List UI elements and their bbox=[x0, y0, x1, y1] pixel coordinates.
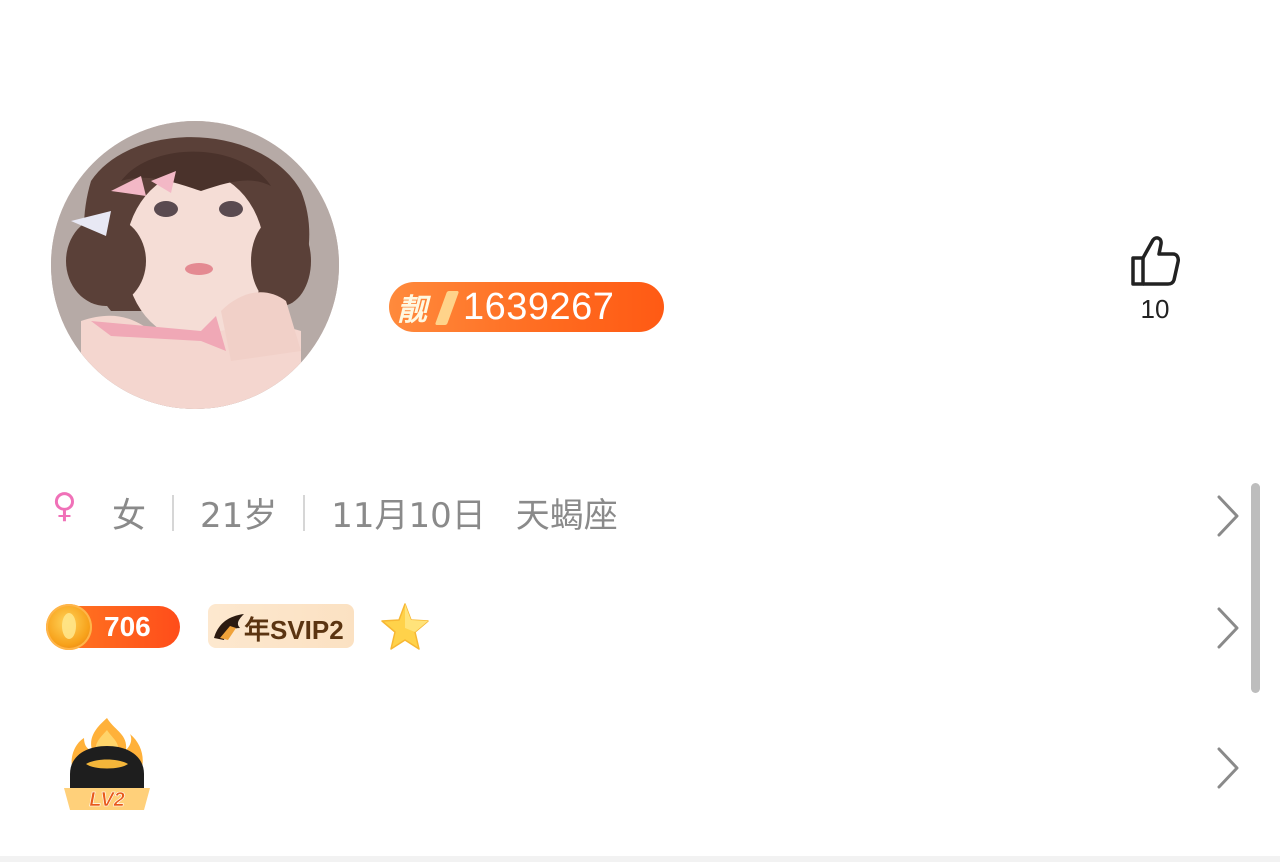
info-text: 女 21岁 11月10日 天蝎座 bbox=[112, 488, 618, 537]
chevron-right-icon[interactable] bbox=[1216, 606, 1240, 650]
svip-wing-icon bbox=[214, 614, 244, 640]
level-row[interactable]: LV2 bbox=[0, 716, 1240, 816]
bottom-divider bbox=[0, 856, 1280, 862]
info-row[interactable]: ♀ 女 21岁 11月10日 天蝎座 bbox=[0, 480, 1240, 538]
gender-text: 女 bbox=[112, 496, 146, 536]
divider bbox=[172, 494, 174, 531]
scrollbar[interactable] bbox=[1251, 483, 1260, 693]
thumbs-up-icon bbox=[1131, 236, 1180, 286]
like-count: 10 bbox=[1140, 294, 1170, 324]
star-icon[interactable] bbox=[378, 600, 432, 654]
avatar-image bbox=[51, 121, 339, 409]
birthday-text: 11月10日 bbox=[331, 496, 486, 536]
pretty-id-slash-icon bbox=[434, 291, 460, 325]
svip-badge[interactable]: 年SVIP2 bbox=[208, 604, 354, 648]
coin-icon bbox=[46, 604, 92, 650]
badges-row[interactable]: 706 年SVIP2 bbox=[0, 600, 1240, 656]
flame-level-icon[interactable]: LV2 bbox=[62, 716, 152, 812]
pretty-id-badge[interactable]: 靓 1639267 bbox=[389, 282, 664, 332]
chevron-right-icon[interactable] bbox=[1216, 746, 1240, 790]
female-icon: ♀ bbox=[52, 486, 77, 526]
zodiac-text: 天蝎座 bbox=[515, 496, 618, 536]
svip-label: 年SVIP2 bbox=[244, 615, 344, 645]
coin-value: 706 bbox=[104, 611, 151, 642]
avatar[interactable] bbox=[51, 121, 339, 409]
like-button[interactable]: 10 bbox=[1118, 234, 1192, 325]
pretty-id-mark: 靓 bbox=[397, 287, 467, 328]
chevron-right-icon[interactable] bbox=[1216, 494, 1240, 538]
age-text: 21岁 bbox=[200, 496, 278, 536]
divider bbox=[303, 494, 306, 531]
level-label: LV2 bbox=[89, 789, 125, 811]
coin-badge[interactable]: 706 bbox=[46, 604, 180, 650]
pretty-id-number: 1639267 bbox=[463, 285, 615, 328]
pretty-id-mark-text: 靓 bbox=[397, 293, 427, 328]
